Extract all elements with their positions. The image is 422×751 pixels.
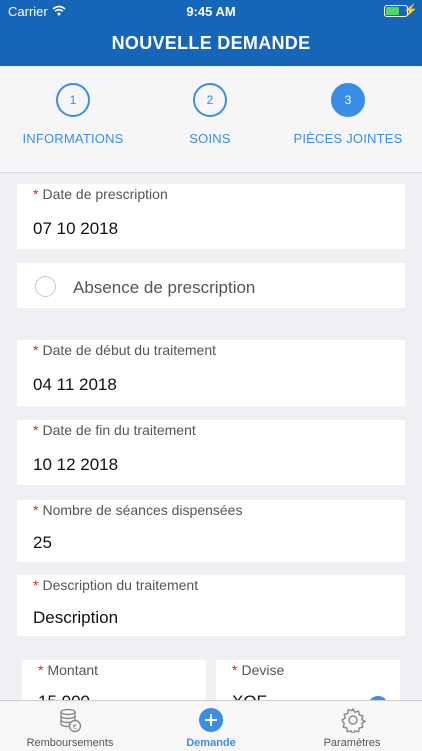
field-label: * Devise — [232, 662, 285, 678]
field-label: * Date de fin du traitement — [33, 422, 196, 438]
field-value: 04 11 2018 — [33, 375, 117, 394]
plus-icon — [199, 708, 223, 732]
field-label: * Description du traitement — [33, 577, 199, 593]
tab-label: Paramètres — [323, 737, 381, 749]
step-informations[interactable]: 1 INFORMATIONS — [3, 83, 143, 146]
step-indicator: 1 INFORMATIONS 2 SOINS 3 PIÈCES JOINTES — [0, 66, 422, 173]
coins-icon: € — [60, 708, 82, 733]
field-label: * Nombre de séances dispensées — [33, 502, 243, 518]
start-date-field[interactable]: * Date de début du traitement 04 11 2018 — [17, 340, 405, 406]
step-number: 2 — [193, 83, 227, 117]
tab-remboursements[interactable]: € Remboursements — [0, 701, 140, 751]
svg-text:€: € — [73, 723, 77, 731]
description-field[interactable]: * Description du traitement Description — [17, 575, 405, 636]
end-date-field[interactable]: * Date de fin du traitement 10 12 2018 — [17, 420, 405, 485]
field-label: * Date de prescription — [33, 186, 168, 202]
field-value: Description — [33, 608, 119, 627]
tab-label: Demande — [186, 737, 236, 749]
radio-button[interactable] — [35, 276, 56, 297]
field-label: * Montant — [38, 662, 99, 678]
no-prescription-option[interactable]: Absence de prescription — [17, 263, 405, 308]
no-prescription-label: Absence de prescription — [73, 278, 256, 297]
step-pieces-jointes[interactable]: 3 PIÈCES JOINTES — [278, 83, 418, 146]
prescription-date-field[interactable]: * Date de prescription 07 10 2018 — [17, 184, 405, 249]
step-soins[interactable]: 2 SOINS — [140, 83, 280, 146]
gear-icon — [341, 707, 366, 733]
field-label: * Date de début du traitement — [33, 342, 217, 358]
step-label: PIÈCES JOINTES — [293, 131, 403, 146]
step-label: INFORMATIONS — [22, 131, 124, 146]
status-time: 9:45 AM — [186, 4, 236, 19]
field-value: 07 10 2018 — [33, 219, 119, 238]
tab-bar: € Remboursements Demande Paramètres — [0, 700, 422, 751]
page-title: NOUVELLE DEMANDE — [111, 33, 311, 53]
step-number: 1 — [56, 83, 90, 117]
tab-parametres[interactable]: Paramètres — [282, 701, 422, 751]
field-value: 25 — [33, 533, 52, 552]
status-bar: Carrier 9:45 AM ⚡ — [0, 0, 422, 24]
step-number: 3 — [331, 83, 365, 117]
field-value: 10 12 2018 — [33, 455, 119, 474]
navigation-bar: NOUVELLE DEMANDE — [0, 24, 422, 66]
tab-label: Remboursements — [26, 737, 114, 749]
charging-icon: ⚡ — [403, 3, 418, 17]
tab-demande[interactable]: Demande — [141, 701, 281, 751]
sessions-field[interactable]: * Nombre de séances dispensées 25 — [17, 500, 405, 562]
step-label: SOINS — [189, 131, 231, 146]
